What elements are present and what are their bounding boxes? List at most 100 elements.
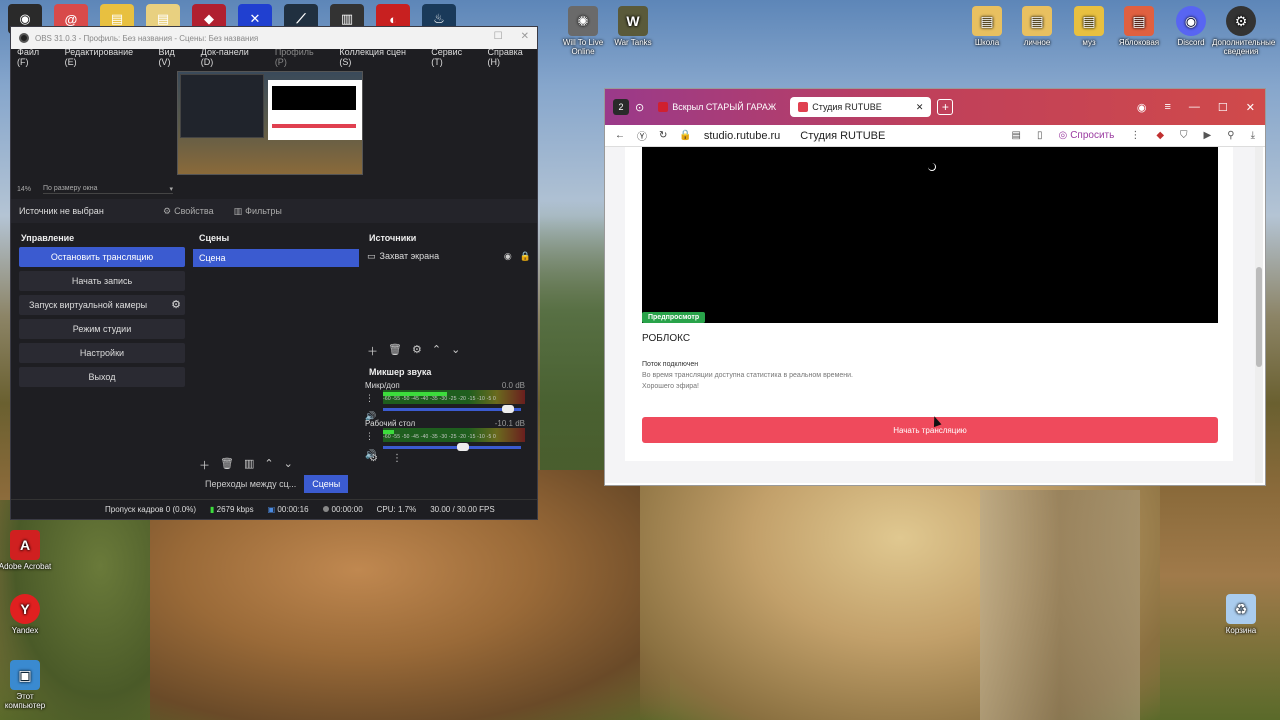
bookmark-icon[interactable]: ▯ (1037, 130, 1043, 141)
new-tab-button[interactable]: + (937, 99, 954, 115)
menu-icon[interactable]: ≡ (1164, 101, 1170, 114)
maximize-icon[interactable]: ☐ (494, 31, 503, 42)
kebab-menu-icon[interactable]: ⋮ (392, 453, 402, 464)
close-tab-icon[interactable]: ✕ (916, 102, 924, 113)
shield-icon[interactable]: ⛉ (1180, 130, 1188, 141)
stream-preview-video[interactable]: Предпросмотр (642, 147, 1218, 323)
scene-item[interactable]: Сцена (193, 249, 359, 267)
menu-edit[interactable]: Редактирование (E) (65, 47, 147, 67)
desktop-icon-personal[interactable]: ▤ личное (1008, 6, 1066, 47)
pin-icon[interactable]: ⊙ (635, 101, 644, 114)
virtual-camera-button[interactable]: Запуск виртуальной камеры ⚙ (19, 295, 185, 315)
lock-icon[interactable]: 🔒 (520, 251, 531, 262)
trash-icon[interactable]: 🗑 (220, 457, 234, 473)
browser-tab-active[interactable]: Студия RUTUBE ✕ (790, 97, 932, 117)
settings-button[interactable]: Настройки (19, 343, 185, 363)
workspace-number[interactable]: 2 (613, 99, 629, 115)
browser-tab[interactable]: Вскрыл СТАРЫЙ ГАРАЖ (650, 97, 784, 117)
gear-icon[interactable]: ⚙ (412, 343, 422, 359)
menu-help[interactable]: Справка (H) (487, 47, 537, 67)
zoom-mode-select[interactable]: По размеру окна ▾ (43, 185, 174, 194)
desktop-icon-yandex[interactable]: Y Yandex (0, 594, 54, 635)
address-bar[interactable]: studio.rutube.ru (704, 130, 780, 142)
obs-menubar: Файл (F) Редактирование (E) Вид (V) Док-… (11, 47, 537, 67)
chevron-down-icon: ▾ (169, 185, 174, 193)
extension-icon[interactable]: ◆ (1156, 130, 1164, 141)
filter-icon[interactable]: ▥ (244, 457, 254, 473)
add-icon[interactable]: ＋ (367, 343, 378, 359)
close-icon[interactable]: ✕ (1246, 101, 1255, 114)
studio-mode-button[interactable]: Режим студии (19, 319, 185, 339)
desktop-icon-recycle-bin[interactable]: ♻ Корзина (1212, 594, 1270, 635)
desktop-icon-this-pc[interactable]: ▣ Этот компьютер (0, 660, 54, 710)
properties-button[interactable]: ⚙ Свойства (163, 206, 214, 217)
trash-icon[interactable]: 🗑 (388, 343, 402, 359)
stream-icon: ▣ (267, 505, 276, 514)
browser-navbar: ← Ⓨ ↻ 🔒 studio.rutube.ru Студия RUTUBE ▤… (605, 125, 1265, 147)
scrollbar-thumb[interactable] (1256, 267, 1262, 367)
mixer-channel: Микр/доп 0.0 dB ⋮ -60 -55 -50 -45 -40 -35… (363, 381, 535, 421)
exit-button[interactable]: Выход (19, 367, 185, 387)
minimize-icon[interactable]: — (1189, 101, 1200, 114)
volume-slider[interactable] (383, 443, 521, 451)
move-up-icon[interactable]: ⌃ (432, 343, 441, 359)
folder-icon: ▤ (972, 6, 1002, 36)
desktop-icon-extra-info[interactable]: ⚙ Дополнительные сведения (1212, 6, 1275, 56)
tab-transitions[interactable]: Переходы между сц... (197, 475, 304, 493)
move-down-icon[interactable]: ⌄ (284, 457, 293, 473)
yandex-icon[interactable]: Ⓨ (637, 128, 647, 143)
volume-slider[interactable] (383, 405, 521, 413)
gear-icon[interactable]: ⚙ (171, 298, 181, 311)
zoom-bar: 14% По размеру окна ▾ (17, 183, 537, 195)
menu-view[interactable]: Вид (V) (158, 47, 188, 67)
speaker-icon[interactable]: 🔊 (365, 449, 376, 460)
menu-profile[interactable]: Профиль (P) (275, 47, 328, 67)
eye-icon[interactable]: ◉ (504, 251, 512, 262)
volume-meter: -60 -55 -50 -45 -40 -35 -30 -25 -20 -15 … (383, 390, 525, 404)
kebab-menu-icon[interactable]: ⋮ (1130, 130, 1140, 141)
desktop-icon-apple[interactable]: ▤ Яблоковая (1110, 6, 1168, 47)
close-icon[interactable]: ✕ (521, 31, 529, 42)
start-stream-button[interactable]: Начать трансляцию (642, 417, 1218, 443)
page-scrollbar[interactable] (1255, 147, 1263, 483)
tab-scenes[interactable]: Сцены (304, 475, 349, 493)
menu-scene-collection[interactable]: Коллекция сцен (S) (339, 47, 419, 67)
ask-icon: ◎ (1058, 130, 1068, 141)
desktop-icon-adobe[interactable]: A Adobe Acrobat (0, 530, 54, 571)
extensions-icon[interactable]: ⚲ (1227, 130, 1234, 141)
obs-titlebar[interactable]: OBS 31.0.3 - Профиль: Без названия - Сце… (11, 27, 537, 49)
menu-docks[interactable]: Док-панели (D) (201, 47, 263, 67)
download-icon[interactable]: ⤓ (1251, 130, 1255, 141)
profile-icon[interactable]: ◉ (1137, 101, 1147, 114)
stop-stream-button[interactable]: Остановить трансляцию (19, 247, 185, 267)
volume-slider-handle[interactable] (456, 443, 469, 451)
media-icon[interactable]: ▶ (1204, 130, 1212, 141)
fps-value: 30.00 / 30.00 FPS (430, 505, 495, 514)
move-down-icon[interactable]: ⌄ (451, 343, 460, 359)
filters-button[interactable]: ▥ Фильтры (234, 206, 282, 217)
stream-wish: Хорошего эфира! (642, 383, 699, 390)
record-time-status: 00:00:00 (322, 505, 363, 514)
desktop-icon-war-tanks[interactable]: W War Tanks (604, 6, 662, 47)
obs-preview[interactable] (177, 71, 363, 175)
record-icon (322, 506, 329, 512)
kebab-menu-icon[interactable]: ⋮ (365, 393, 374, 404)
reader-icon[interactable]: ▤ (1012, 130, 1021, 141)
start-record-button[interactable]: Начать запись (19, 271, 185, 291)
desktop-icon-label: Корзина (1225, 626, 1257, 635)
kebab-menu-icon[interactable]: ⋮ (365, 431, 374, 442)
reload-icon[interactable]: ↻ (659, 130, 667, 141)
browser-tabstrip: 2 ⊙ Вскрыл СТАРЫЙ ГАРАЖ Студия RUTUBE ✕ … (605, 89, 1265, 125)
bitrate-value: 2679 kbps (216, 505, 254, 514)
maximize-icon[interactable]: ☐ (1218, 101, 1228, 114)
source-item[interactable]: ▭ Захват экрана ◉ 🔒 (363, 247, 535, 265)
ask-button[interactable]: ◎ Спросить (1058, 130, 1114, 141)
meter-scale: -60 -55 -50 -45 -40 -35 -30 -25 -20 -15 … (383, 434, 496, 440)
desktop-icon-label: муз (1082, 38, 1096, 47)
back-icon[interactable]: ← (615, 130, 625, 141)
menu-file[interactable]: Файл (F) (17, 47, 53, 67)
menu-tools[interactable]: Сервис (T) (431, 47, 475, 67)
add-icon[interactable]: ＋ (199, 457, 210, 473)
move-up-icon[interactable]: ⌃ (264, 457, 273, 473)
volume-slider-handle[interactable] (502, 405, 515, 413)
